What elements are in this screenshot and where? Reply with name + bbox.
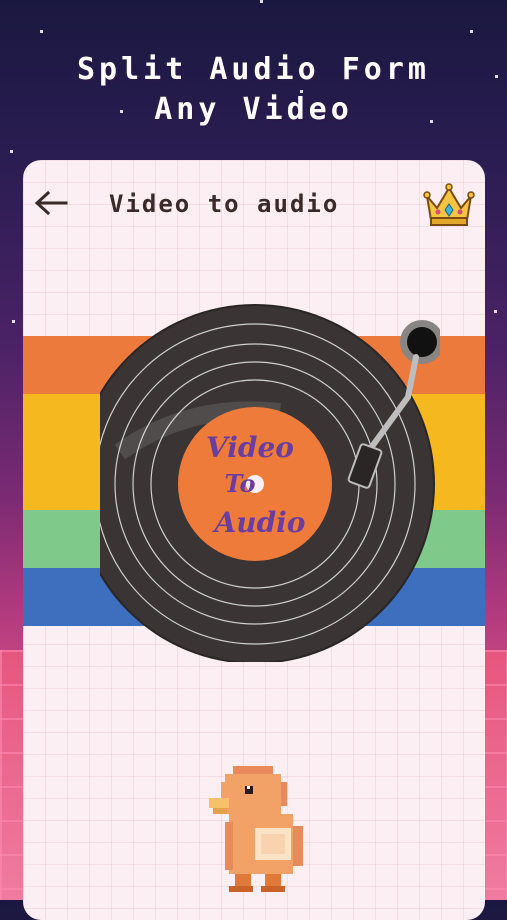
app-screen-card: Video to audio Video To Audio	[23, 160, 485, 920]
record-label-line1: Video	[206, 431, 294, 464]
pixel-duck-mascot	[195, 762, 315, 912]
arrow-left-icon	[34, 191, 68, 215]
vinyl-record: Video To Audio	[75, 304, 444, 664]
top-bar: Video to audio	[23, 180, 485, 230]
vinyl-record-player[interactable]: Video To Audio	[75, 302, 444, 664]
page-title: Video to audio	[109, 190, 340, 218]
premium-button[interactable]	[423, 180, 475, 228]
record-label-line3: Audio	[212, 506, 306, 539]
promo-line-2: Any Video	[154, 92, 353, 127]
crown-icon	[423, 183, 475, 226]
promo-line-1: Split Audio Form	[77, 52, 430, 87]
promo-headline: Split Audio Form Any Video	[0, 50, 507, 130]
back-button[interactable]	[31, 186, 71, 220]
record-label-line2: To	[224, 469, 255, 498]
